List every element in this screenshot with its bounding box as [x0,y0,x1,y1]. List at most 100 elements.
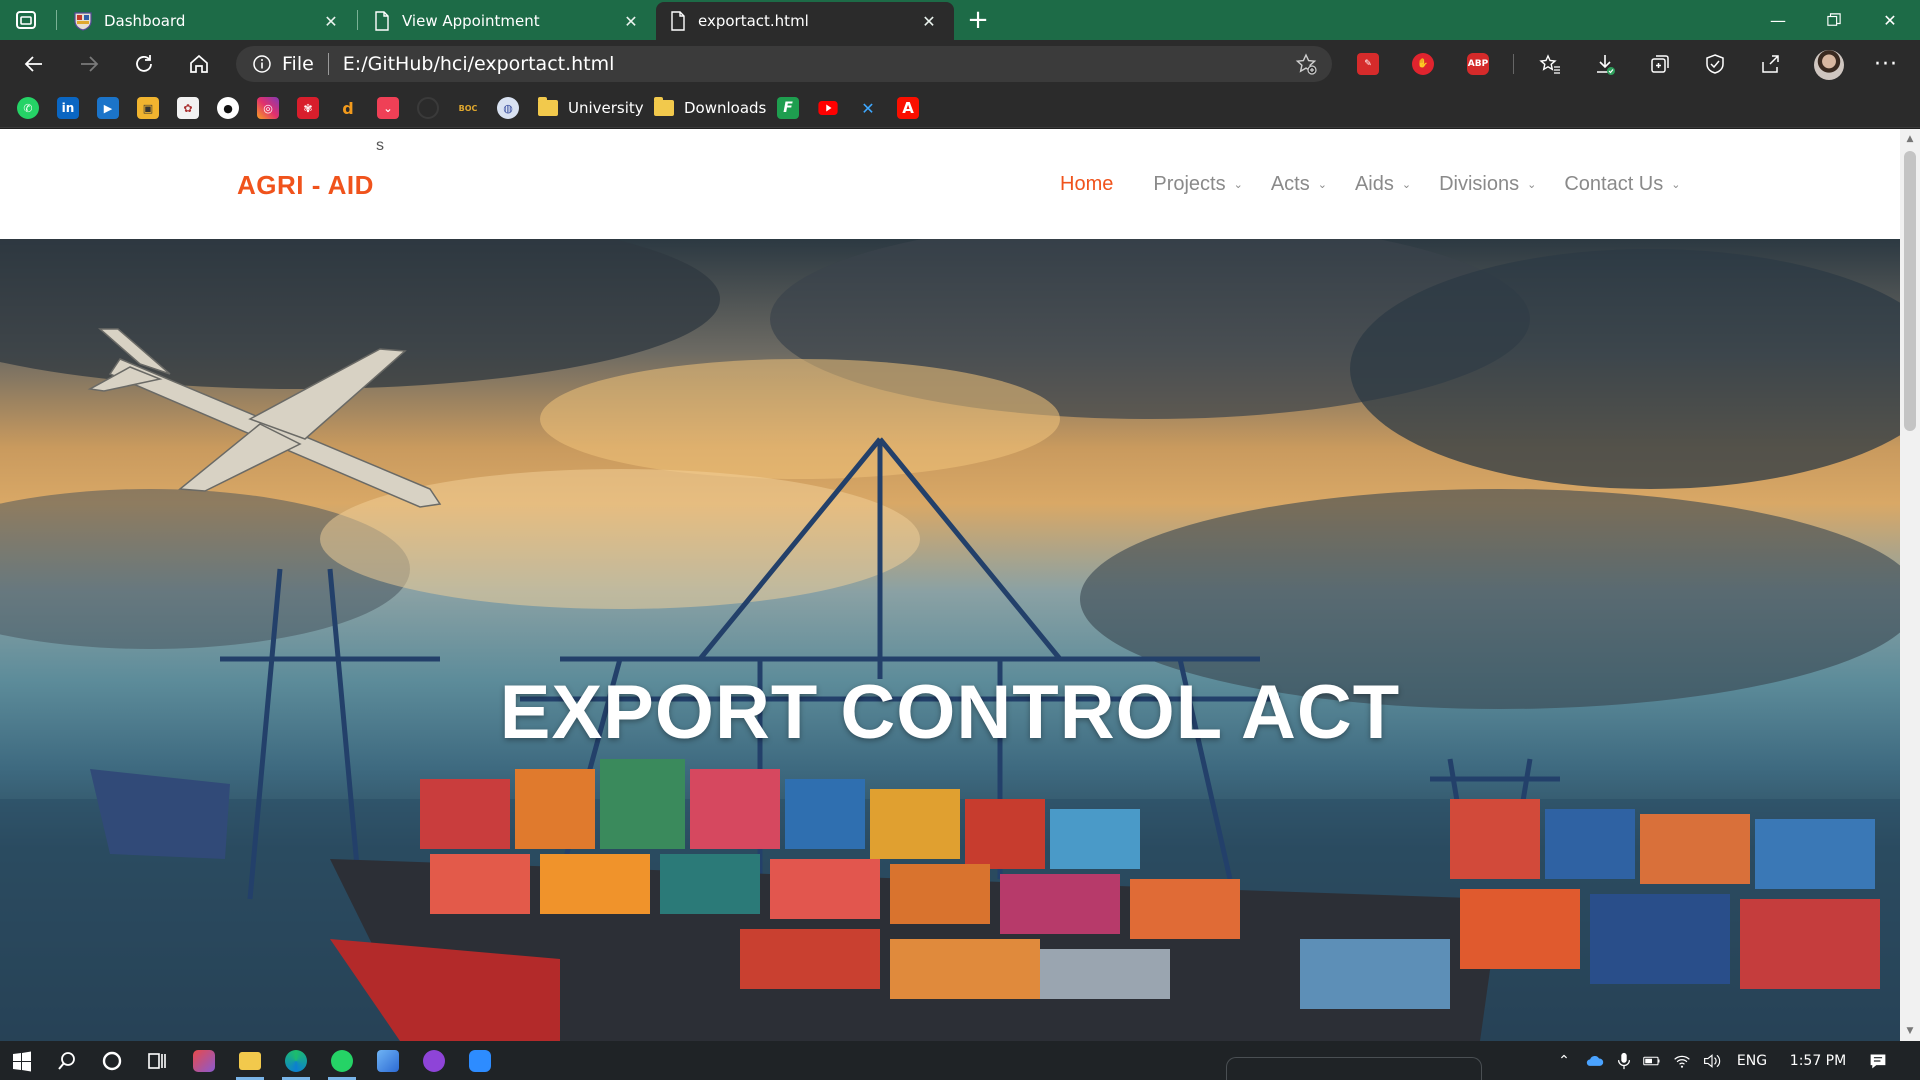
profile-avatar[interactable] [1814,50,1844,80]
nav-label: Projects [1153,173,1226,195]
info-icon[interactable] [252,54,272,74]
bookmark-folder-downloads[interactable]: Downloads [654,95,766,121]
microphone-icon[interactable] [1614,1049,1634,1073]
clock[interactable]: 1:57 PM [1780,1049,1856,1073]
hand-stop-icon[interactable]: ✋ [1409,50,1437,78]
scrollbar-thumb[interactable] [1904,151,1916,431]
address-bar[interactable]: File E:/GitHub/hci/exportact.html [236,46,1332,82]
language-indicator[interactable]: ENG [1730,1049,1774,1073]
folder-label: University [568,99,644,117]
tab-exportact[interactable]: exportact.html ✕ [656,2,954,40]
add-favorite-icon[interactable] [1294,52,1318,76]
favorites-icon[interactable] [1536,50,1564,78]
file-explorer-icon[interactable] [232,1045,268,1080]
arrow-left-icon [24,56,42,72]
tab-separator [357,10,358,30]
linkedin-icon[interactable]: in [57,97,79,119]
bookmarks-bar: ✆ in ▶ ▣ ✿ ● ◎ ✾ d ⌄ BOC ◍ University Do… [0,88,1920,128]
windows-start-icon[interactable] [4,1045,40,1077]
page-scrollbar[interactable]: ▲ ▼ [1900,129,1920,1041]
shield-crest-icon [74,11,92,31]
battery-icon[interactable] [1640,1049,1664,1073]
instagram-icon[interactable]: ◎ [257,97,279,119]
video-icon[interactable]: ▶ [97,97,119,119]
tab-actions-icon[interactable] [14,8,38,32]
adblock-plus-icon[interactable]: ABP [1464,50,1492,78]
app-red-icon[interactable] [186,1045,222,1077]
address-url[interactable]: E:/GitHub/hci/exportact.html [343,53,1294,75]
close-window-icon[interactable]: ✕ [1862,0,1918,40]
restore-icon[interactable] [1806,0,1862,40]
onedrive-icon[interactable] [1582,1049,1608,1073]
volume-icon[interactable] [1700,1049,1724,1073]
github-icon[interactable]: ● [217,97,239,119]
nav-acts[interactable]: Acts ⌄ [1271,173,1327,196]
downloads-icon[interactable] [1591,50,1619,78]
youtube-icon[interactable] [817,97,839,119]
wifi-icon[interactable] [1670,1049,1694,1073]
forward-button[interactable] [73,48,105,80]
dark-circle-icon[interactable] [417,97,439,119]
close-tab-icon[interactable]: ✕ [322,12,340,31]
minimize-icon[interactable]: — [1750,0,1806,40]
site-header: s AGRI - AID Home Projects ⌄ Acts ⌄ Aids… [0,129,1900,239]
nav-label: Divisions [1439,173,1520,195]
bookmark-folder-university[interactable]: University [538,95,644,121]
back-button[interactable] [18,48,50,80]
chevron-down-icon: ⌄ [1317,179,1327,191]
nav-aids[interactable]: Aids ⌄ [1355,173,1411,196]
browser-essentials-icon[interactable] [1701,50,1729,78]
cherry-tool-icon[interactable]: ✎ [1354,50,1382,78]
zoom-icon[interactable] [462,1045,498,1077]
site-logo[interactable]: AGRI - AID [237,170,374,201]
scroll-up-icon[interactable]: ▲ [1904,132,1916,146]
task-view-icon[interactable] [139,1045,175,1077]
cortana-icon[interactable] [94,1045,130,1077]
chevron-down-icon: ⌄ [1401,179,1412,191]
adobe-icon[interactable]: A [897,97,919,119]
arrow-right-icon [81,56,99,72]
windows-taskbar: ⌃ ENG 1:57 PM [0,1041,1920,1080]
refresh-button[interactable] [128,48,160,80]
scroll-down-icon[interactable]: ▼ [1904,1024,1916,1038]
refresh-icon [136,55,152,72]
tab-title: View Appointment [402,12,540,30]
huawei-icon[interactable]: ✾ [297,97,319,119]
nav-divisions[interactable]: Divisions ⌄ [1439,173,1536,196]
page-viewport: s AGRI - AID Home Projects ⌄ Acts ⌄ Aids… [0,129,1900,1041]
address-divider [327,53,329,75]
new-tab-button[interactable]: + [964,5,992,35]
settings-more-icon[interactable]: ··· [1870,48,1902,80]
f-logo-icon[interactable]: F [777,97,799,119]
toolbar-separator [1513,54,1514,74]
tab-dashboard[interactable]: Dashboard ✕ [60,2,356,40]
film-icon[interactable]: ▣ [137,97,159,119]
close-tab-icon[interactable]: ✕ [920,12,938,31]
chevron-down-icon: ⌄ [1233,179,1243,191]
boc-icon[interactable]: BOC [457,97,479,119]
nav-projects[interactable]: Projects ⌄ [1153,173,1242,196]
whatsapp-icon[interactable]: ✆ [17,97,39,119]
nav-label: Aids [1354,173,1394,195]
share-icon[interactable] [1756,50,1784,78]
hero-title: EXPORT CONTROL ACT [499,670,1401,755]
tab-view-appointment[interactable]: View Appointment ✕ [360,2,656,40]
notifications-icon[interactable] [1864,1049,1892,1073]
home-button[interactable] [183,48,215,80]
github-desktop-icon[interactable] [416,1045,452,1077]
image-site-icon[interactable]: ✿ [177,97,199,119]
cross-x-icon[interactable]: ✕ [857,97,879,119]
app-box-icon[interactable] [370,1045,406,1077]
nav-home[interactable]: Home [1060,173,1113,196]
pocket-icon[interactable]: ⌄ [377,97,399,119]
chevron-up-icon[interactable]: ⌃ [1552,1049,1576,1073]
tab-title: Dashboard [104,12,186,30]
edge-icon[interactable] [278,1045,314,1080]
drive-icon[interactable]: d [337,97,359,119]
whatsapp-icon[interactable] [324,1045,360,1080]
nav-contact-us[interactable]: Contact Us ⌄ [1564,173,1680,196]
globe-icon[interactable]: ◍ [497,97,519,119]
search-icon[interactable] [49,1045,85,1077]
collections-icon[interactable] [1646,50,1674,78]
close-tab-icon[interactable]: ✕ [622,12,640,31]
